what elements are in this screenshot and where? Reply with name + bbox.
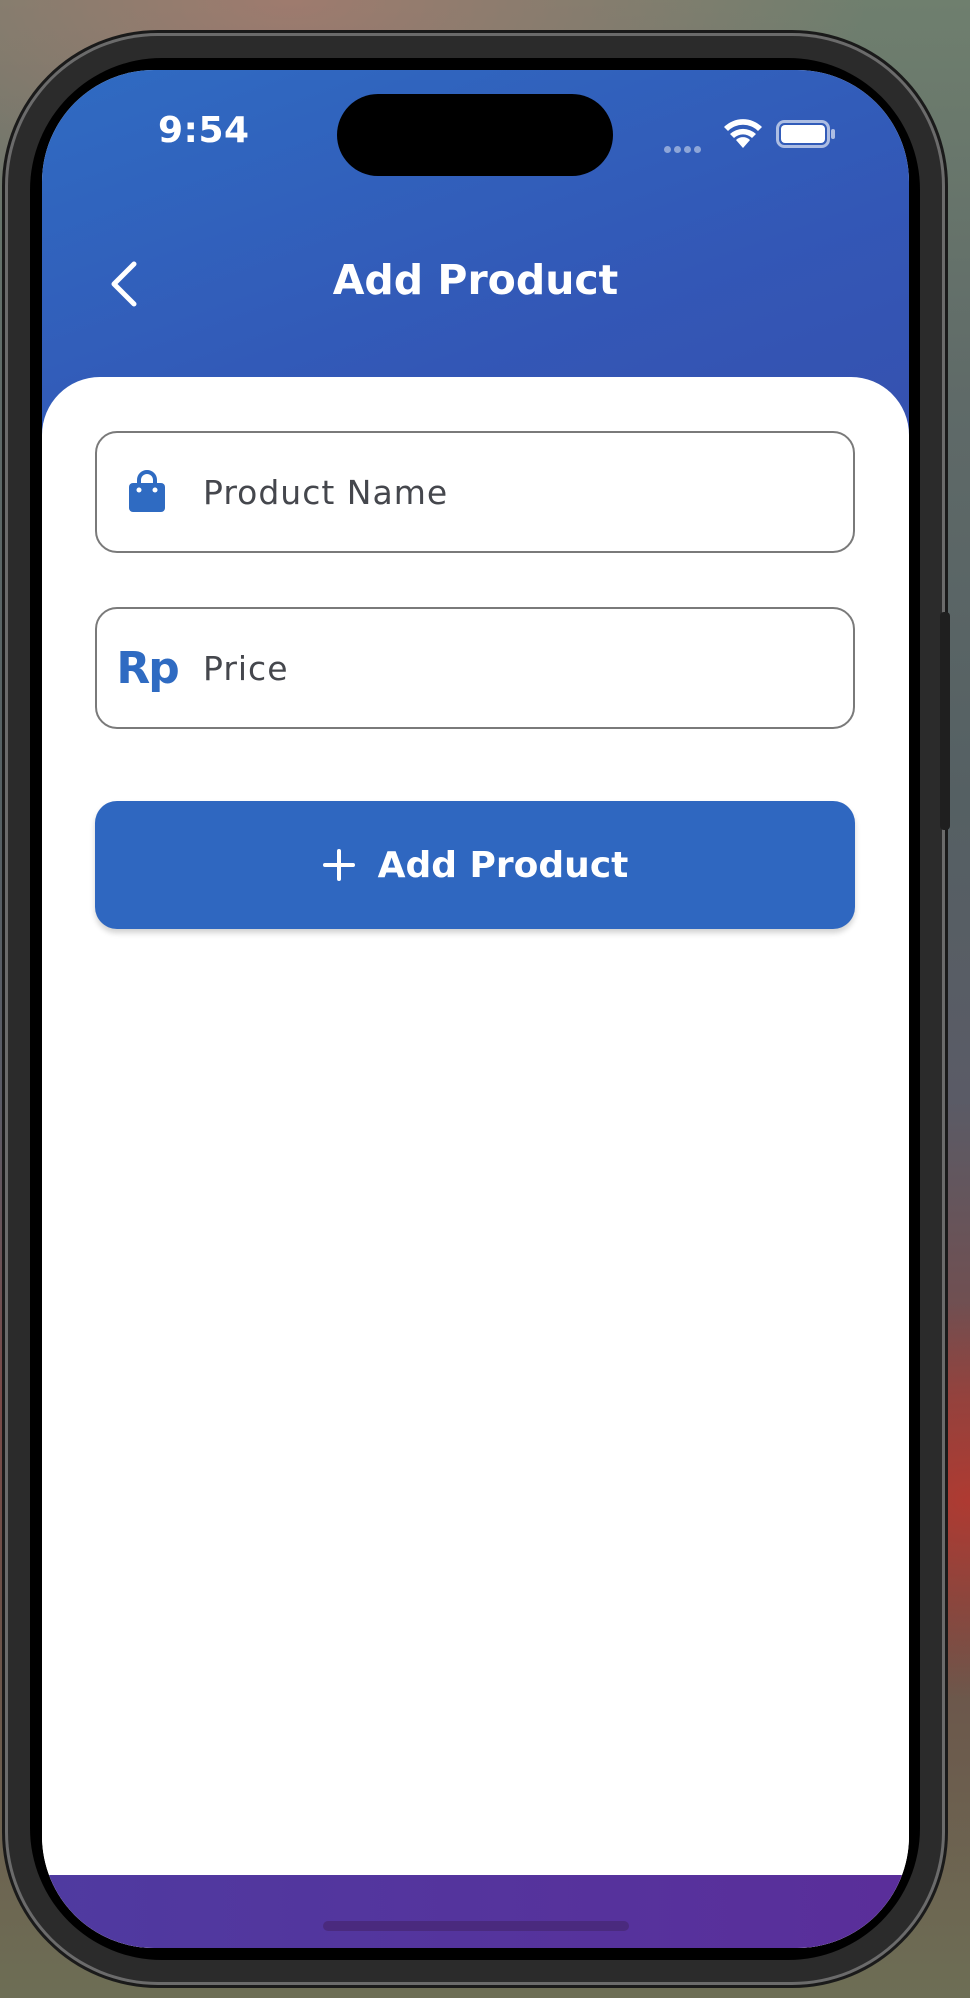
rupiah-icon-text: Rp bbox=[116, 642, 179, 694]
wifi-icon bbox=[724, 119, 762, 148]
product-name-input[interactable]: Product Name bbox=[95, 431, 855, 553]
add-product-button[interactable]: Add Product bbox=[95, 801, 855, 929]
price-placeholder: Price bbox=[203, 648, 289, 688]
home-indicator[interactable] bbox=[323, 1921, 629, 1931]
status-time: 9:54 bbox=[158, 110, 250, 151]
back-button[interactable] bbox=[94, 252, 154, 316]
product-name-placeholder: Product Name bbox=[203, 472, 449, 512]
page-title: Add Product bbox=[332, 256, 619, 304]
battery-icon bbox=[776, 120, 835, 148]
rupiah-icon: Rp bbox=[116, 640, 179, 696]
phone-side-button bbox=[940, 612, 950, 830]
app-screen: 9:54 Add Product Product Name Rp Price A… bbox=[42, 70, 909, 1948]
dynamic-island bbox=[337, 94, 613, 176]
form-card: Product Name Rp Price Add Product bbox=[42, 377, 909, 1948]
bottom-bar bbox=[42, 1875, 909, 1948]
plus-icon bbox=[322, 849, 355, 881]
price-input[interactable]: Rp Price bbox=[95, 607, 855, 729]
shopping-bag-icon bbox=[119, 464, 175, 520]
signal-dots-icon bbox=[664, 138, 704, 157]
chevron-left-icon bbox=[111, 261, 137, 307]
add-product-button-label: Add Product bbox=[377, 844, 629, 886]
